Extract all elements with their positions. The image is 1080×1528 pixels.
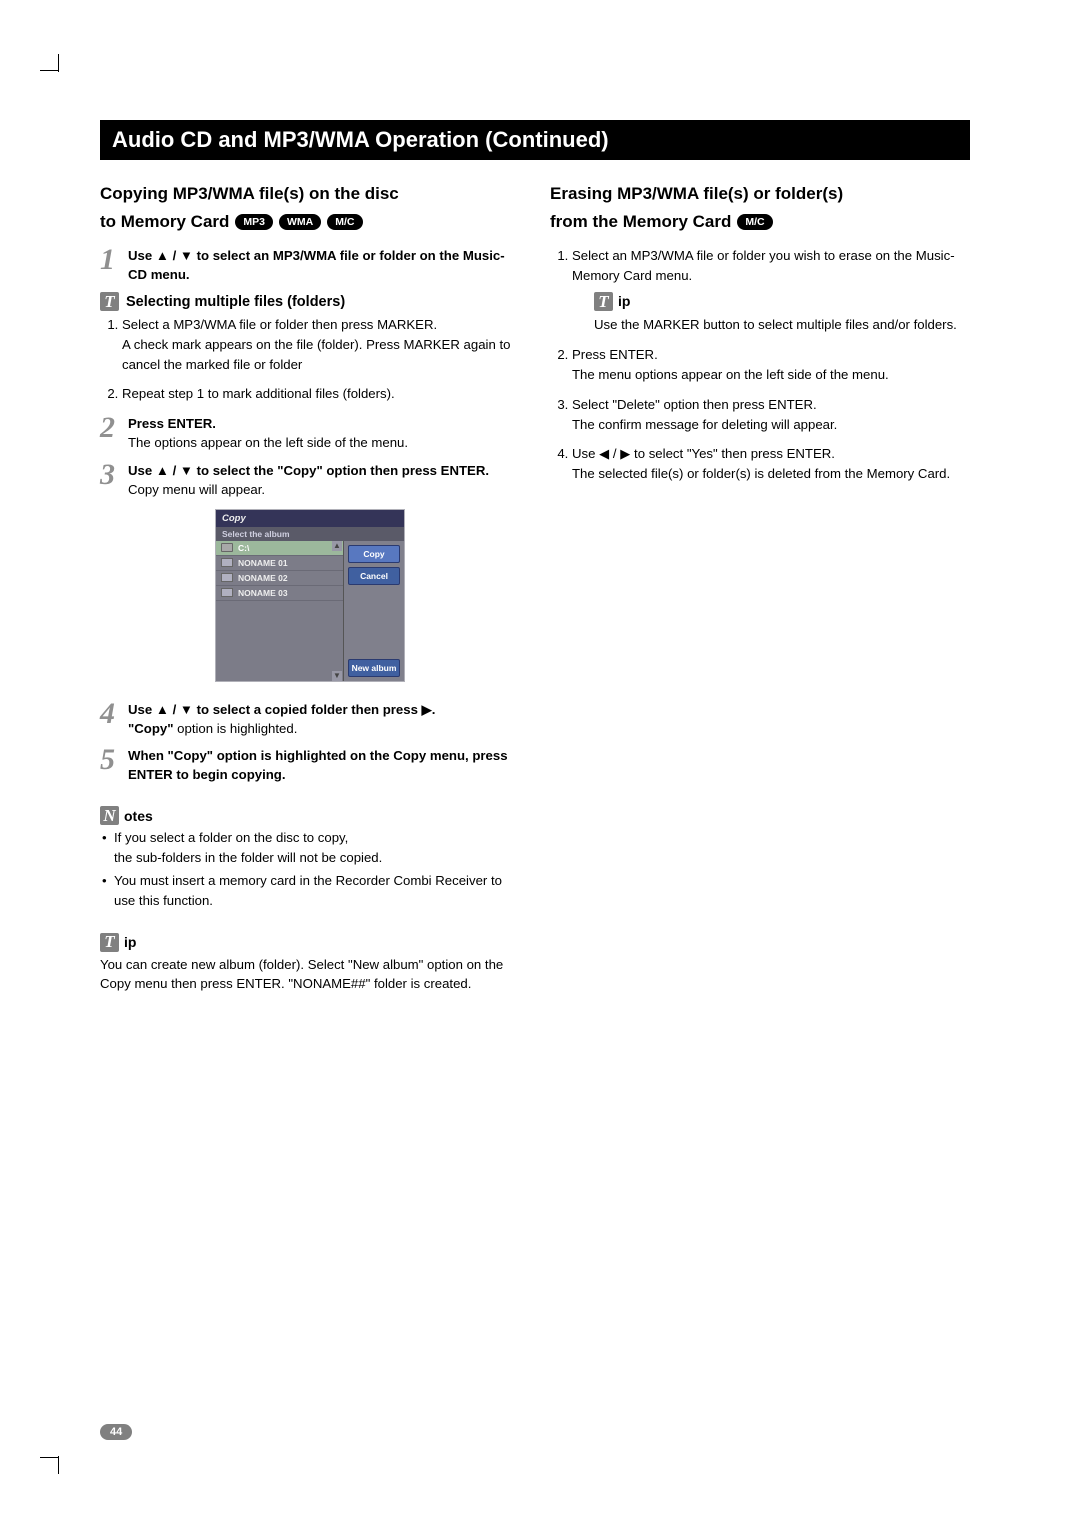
notes-icon: N xyxy=(100,806,119,825)
erase-item-3: Select "Delete" option then press ENTER.… xyxy=(572,395,970,435)
selecting-multiple-heading: T Selecting multiple files (folders) xyxy=(100,292,520,311)
multi-select-item-2: Repeat step 1 to mark additional files (… xyxy=(122,384,520,404)
erase-item-2b: The menu options appear on the left side… xyxy=(572,365,970,385)
notes-item-2: You must insert a memory card in the Rec… xyxy=(100,871,520,911)
notes-item-1: If you select a folder on the disc to co… xyxy=(100,828,520,868)
copy-ui-list: ▲ C:\ NONAME 01 NONAME 02 xyxy=(216,541,344,681)
copy-ui-cancel-button: Cancel xyxy=(348,567,400,585)
multi-select-list: Select a MP3/WMA file or folder then pre… xyxy=(100,315,520,404)
copy-ui-copy-button: Copy xyxy=(348,545,400,563)
left-heading-line2: to Memory Card MP3 WMA M/C xyxy=(100,212,363,232)
erase-item-4b: The selected file(s) or folder(s) is del… xyxy=(572,464,970,484)
right-heading-line2-text: from the Memory Card xyxy=(550,212,731,232)
notes-head-text: otes xyxy=(124,808,153,824)
step-1-text: Use ▲ / ▼ to select an MP3/WMA file or f… xyxy=(128,248,505,282)
notes-item-1a: If you select a folder on the disc to co… xyxy=(114,830,348,845)
step-number-5: 5 xyxy=(100,746,122,784)
scroll-up-icon: ▲ xyxy=(332,541,342,551)
step-number-3: 3 xyxy=(100,461,122,499)
scroll-down-icon: ▼ xyxy=(332,671,342,681)
notes-item-1b: the sub-folders in the folder will not b… xyxy=(114,850,382,865)
copy-ui-subtitle: Select the album xyxy=(216,527,404,541)
folder-icon xyxy=(221,588,233,597)
notes-list: If you select a folder on the disc to co… xyxy=(100,828,520,910)
erase-item-1: Select an MP3/WMA file or folder you wis… xyxy=(572,246,970,335)
erase-list: Select an MP3/WMA file or folder you wis… xyxy=(550,246,970,484)
copy-ui-row: NONAME 01 xyxy=(216,556,343,571)
step-5: 5 When "Copy" option is highlighted on t… xyxy=(100,746,520,784)
step-5-text: When "Copy" option is highlighted on the… xyxy=(128,748,508,782)
step-2-bold: Press ENTER. xyxy=(128,416,216,431)
step-2-body: The options appear on the left side of t… xyxy=(128,435,408,450)
multi-select-item-1a: Select a MP3/WMA file or folder then pre… xyxy=(122,317,437,332)
drive-icon xyxy=(221,543,233,552)
selecting-multiple-text: Selecting multiple files (folders) xyxy=(126,294,345,310)
page-title-bar: Audio CD and MP3/WMA Operation (Continue… xyxy=(100,120,970,160)
badge-mp3: MP3 xyxy=(235,214,273,231)
step-3: 3 Use ▲ / ▼ to select the "Copy" option … xyxy=(100,461,520,499)
step-4-line1: Use ▲ / ▼ to select a copied folder then… xyxy=(128,702,435,717)
erase-item-2a: Press ENTER. xyxy=(572,347,658,362)
left-heading-line2-text: to Memory Card xyxy=(100,212,229,232)
page-number: 44 xyxy=(100,1424,132,1440)
copy-ui-row-3: NONAME 03 xyxy=(238,588,288,598)
step-number-1: 1 xyxy=(100,246,122,284)
step-1: 1 Use ▲ / ▼ to select an MP3/WMA file or… xyxy=(100,246,520,284)
right-column: Erasing MP3/WMA file(s) or folder(s) fro… xyxy=(550,182,970,1000)
copy-ui-row-1: NONAME 01 xyxy=(238,558,288,568)
badge-mc: M/C xyxy=(737,214,772,231)
tip-icon: T xyxy=(100,292,119,311)
step-4-copy-word: "Copy" xyxy=(128,721,173,736)
step-4: 4 Use ▲ / ▼ to select a copied folder th… xyxy=(100,700,520,738)
badge-wma: WMA xyxy=(279,214,321,231)
right-heading-line1: Erasing MP3/WMA file(s) or folder(s) xyxy=(550,182,970,206)
left-heading-line1: Copying MP3/WMA file(s) on the disc xyxy=(100,182,520,206)
tip-icon: T xyxy=(100,933,119,952)
copy-ui-row-0: C:\ xyxy=(238,543,249,553)
step-2: 2 Press ENTER. The options appear on the… xyxy=(100,414,520,452)
left-column: Copying MP3/WMA file(s) on the disc to M… xyxy=(100,182,520,1000)
multi-select-item-1b: A check mark appears on the file (folder… xyxy=(122,335,520,375)
copy-menu-screenshot: Copy Select the album ▲ C:\ NONAME 01 xyxy=(215,509,405,682)
copy-ui-sidebar: Copy Cancel New album xyxy=(344,541,404,681)
right-heading-line2: from the Memory Card M/C xyxy=(550,212,773,232)
erase-item-3b: The confirm message for deleting will ap… xyxy=(572,415,970,435)
erase-item-1-text: Select an MP3/WMA file or folder you wis… xyxy=(572,248,955,283)
copy-ui-row-selected: C:\ xyxy=(216,541,343,556)
folder-icon xyxy=(221,573,233,582)
copy-ui-row: NONAME 02 xyxy=(216,571,343,586)
multi-select-item-1: Select a MP3/WMA file or folder then pre… xyxy=(122,315,520,374)
erase-item-4: Use ◀ / ▶ to select "Yes" then press ENT… xyxy=(572,444,970,484)
right-tip-heading: Tip xyxy=(594,291,970,312)
copy-ui-row: NONAME 03 xyxy=(216,586,343,601)
erase-item-2: Press ENTER. The menu options appear on … xyxy=(572,345,970,385)
step-3-body: Copy menu will appear. xyxy=(128,482,265,497)
folder-icon xyxy=(221,558,233,567)
erase-item-3a: Select "Delete" option then press ENTER. xyxy=(572,397,817,412)
erase-item-4a: Use ◀ / ▶ to select "Yes" then press ENT… xyxy=(572,446,835,461)
step-3-bold: Use ▲ / ▼ to select the "Copy" option th… xyxy=(128,463,489,478)
tip-head-text: ip xyxy=(124,934,136,950)
copy-ui-row-2: NONAME 02 xyxy=(238,573,288,583)
tip-heading: Tip xyxy=(100,933,520,952)
copy-ui-new-album-button: New album xyxy=(348,659,400,677)
step-4-rest: option is highlighted. xyxy=(173,721,297,736)
badge-mc: M/C xyxy=(327,214,362,231)
notes-heading: Notes xyxy=(100,806,520,825)
copy-ui-title: Copy xyxy=(216,510,404,527)
tip-body: You can create new album (folder). Selec… xyxy=(100,955,520,995)
tip-icon: T xyxy=(594,292,613,311)
step-number-4: 4 xyxy=(100,700,122,738)
step-number-2: 2 xyxy=(100,414,122,452)
right-tip-head-text: ip xyxy=(618,291,630,312)
right-tip-body: Use the MARKER button to select multiple… xyxy=(594,315,970,335)
